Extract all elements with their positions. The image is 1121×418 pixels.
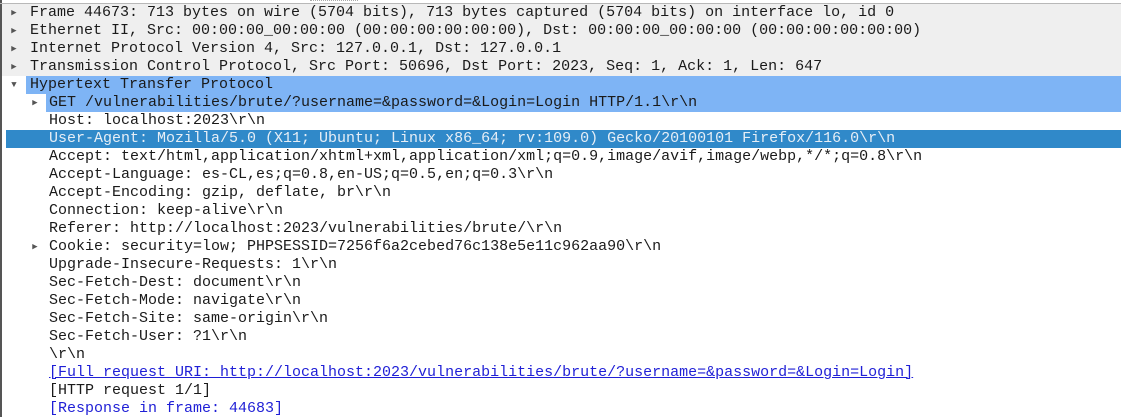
tree-row[interactable]: ▶ Internet Protocol Version 4, Src: 127.0… xyxy=(0,40,1121,58)
tree-row-label: Accept: text/html,application/xhtml+xml,… xyxy=(49,148,923,165)
tree-row-label: Sec-Fetch-Mode: navigate\r\n xyxy=(49,292,302,309)
chevron-right-icon[interactable]: ▶ xyxy=(9,4,19,22)
tree-row[interactable]: ▶ GET /vulnerabilities/brute/?username=&p… xyxy=(0,94,1121,112)
chevron-right-icon[interactable]: ▶ xyxy=(30,94,40,112)
tree-row[interactable]: Sec-Fetch-Dest: document\r\n xyxy=(0,274,1121,292)
tree-row-label: Host: localhost:2023\r\n xyxy=(49,112,266,129)
tree-row[interactable]: [Response in frame: 44683] xyxy=(0,400,1121,418)
tree-row-label: Hypertext Transfer Protocol xyxy=(30,76,274,93)
tree-row[interactable]: ▶ Cookie: security=low; PHPSESSID=7256f6a… xyxy=(0,238,1121,256)
tree-row[interactable]: [HTTP request 1/1] xyxy=(0,382,1121,400)
tree-row-label: Sec-Fetch-Dest: document\r\n xyxy=(49,274,302,291)
tree-row[interactable]: [Full request URI: http://localhost:2023… xyxy=(0,364,1121,382)
tree-row[interactable]: ▶ Transmission Control Protocol, Src Port… xyxy=(0,58,1121,76)
tree-row[interactable]: Accept-Language: es-CL,es;q=0.8,en-US;q=… xyxy=(0,166,1121,184)
tree-row[interactable]: User-Agent: Mozilla/5.0 (X11; Ubuntu; Li… xyxy=(0,130,1121,148)
tree-row[interactable]: Sec-Fetch-Mode: navigate\r\n xyxy=(0,292,1121,310)
tree-row-label: Sec-Fetch-Site: same-origin\r\n xyxy=(49,310,329,327)
chevron-right-icon[interactable]: ▶ xyxy=(9,58,19,76)
splitter-grip[interactable] xyxy=(310,0,358,3)
tree-row-label: GET /vulnerabilities/brute/?username=&pa… xyxy=(49,94,698,111)
tree-row-label: Ethernet II, Src: 00:00:00_00:00:00 (00:… xyxy=(30,22,922,39)
tree-row-label: Cookie: security=low; PHPSESSID=7256f6a2… xyxy=(49,238,662,255)
tree-row-label: Accept-Encoding: gzip, deflate, br\r\n xyxy=(49,184,392,201)
tree-row-label: [HTTP request 1/1] xyxy=(49,382,212,399)
chevron-right-icon[interactable]: ▶ xyxy=(30,238,40,256)
tree-row[interactable]: Accept-Encoding: gzip, deflate, br\r\n xyxy=(0,184,1121,202)
packet-details-tree: ▶ Frame 44673: 713 bytes on wire (5704 bi… xyxy=(0,4,1121,418)
tree-row[interactable]: ▶ Frame 44673: 713 bytes on wire (5704 bi… xyxy=(0,4,1121,22)
tree-row[interactable]: Accept: text/html,application/xhtml+xml,… xyxy=(0,148,1121,166)
tree-row-label: [Response in frame: 44683] xyxy=(49,400,284,417)
chevron-down-icon[interactable]: ▼ xyxy=(9,76,19,94)
tree-row[interactable]: ▶ Ethernet II, Src: 00:00:00_00:00:00 (00… xyxy=(0,22,1121,40)
tree-row-label: Sec-Fetch-User: ?1\r\n xyxy=(49,328,248,345)
tree-row-label: \r\n xyxy=(49,346,86,363)
tree-row[interactable]: Connection: keep-alive\r\n xyxy=(0,202,1121,220)
tree-row[interactable]: \r\n xyxy=(0,346,1121,364)
tree-row[interactable]: Sec-Fetch-User: ?1\r\n xyxy=(0,328,1121,346)
tree-row-label: Frame 44673: 713 bytes on wire (5704 bit… xyxy=(30,4,895,21)
tree-row-label: Referer: http://localhost:2023/vulnerabi… xyxy=(49,220,563,237)
chevron-right-icon[interactable]: ▶ xyxy=(9,22,19,40)
tree-row-label: Connection: keep-alive\r\n xyxy=(49,202,284,219)
tree-row[interactable]: Referer: http://localhost:2023/vulnerabi… xyxy=(0,220,1121,238)
tree-row[interactable]: Host: localhost:2023\r\n xyxy=(0,112,1121,130)
tree-row-label: [Full request URI: http://localhost:2023… xyxy=(49,364,914,381)
tree-row[interactable]: Sec-Fetch-Site: same-origin\r\n xyxy=(0,310,1121,328)
tree-row-label: Upgrade-Insecure-Requests: 1\r\n xyxy=(49,256,338,273)
tree-row[interactable]: ▼ Hypertext Transfer Protocol xyxy=(0,76,1121,94)
tree-row-label: Internet Protocol Version 4, Src: 127.0.… xyxy=(30,40,562,57)
tree-row-label: Accept-Language: es-CL,es;q=0.8,en-US;q=… xyxy=(49,166,554,183)
tree-row-label: Transmission Control Protocol, Src Port:… xyxy=(30,58,823,75)
tree-row-label: User-Agent: Mozilla/5.0 (X11; Ubuntu; Li… xyxy=(49,130,896,147)
tree-row[interactable]: Upgrade-Insecure-Requests: 1\r\n xyxy=(0,256,1121,274)
chevron-right-icon[interactable]: ▶ xyxy=(9,40,19,58)
